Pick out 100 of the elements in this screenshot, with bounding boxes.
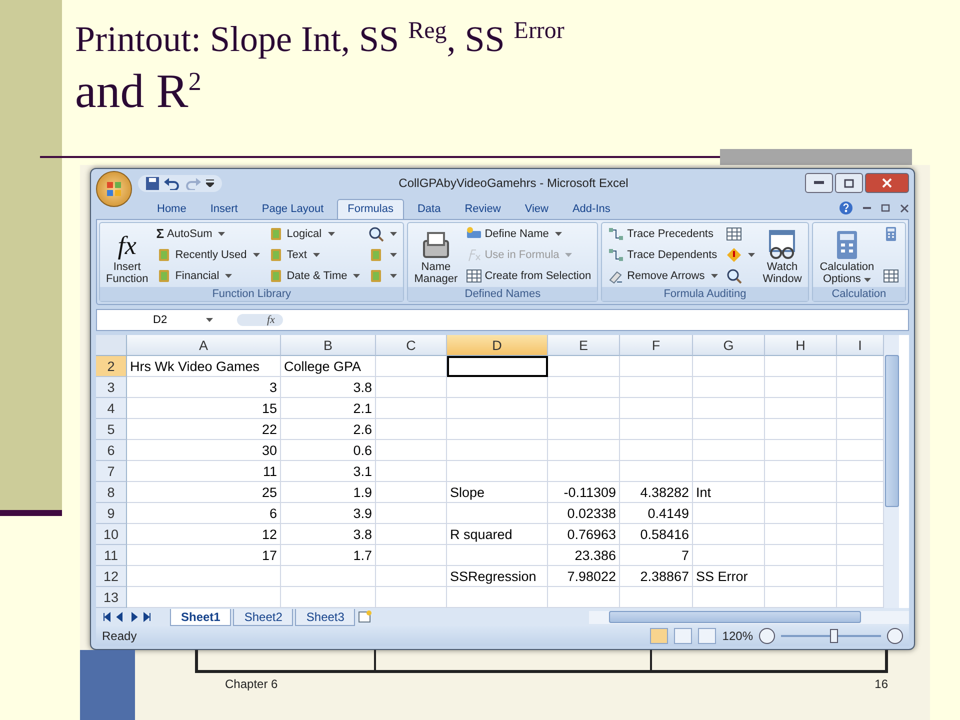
ribbon-tab[interactable]: Add-Ins	[561, 199, 622, 219]
column-header[interactable]: B	[281, 335, 376, 356]
status-text: Ready	[102, 629, 137, 643]
sheet-tab[interactable]: Sheet3	[295, 608, 356, 626]
caret-icon	[390, 274, 398, 278]
side-accent-bar	[0, 510, 62, 516]
column-header[interactable]: I	[837, 335, 884, 356]
ribbon-button[interactable]: Recently Used	[154, 246, 262, 264]
row-header[interactable]: 8	[96, 482, 127, 503]
customize-caret-icon[interactable]	[206, 179, 214, 187]
sheet-tab[interactable]: Sheet1	[170, 608, 232, 626]
column-header[interactable]: D	[447, 335, 548, 356]
row-header[interactable]: 2	[96, 356, 127, 377]
ribbon-button[interactable]: Define Name	[464, 225, 594, 243]
table-cell: 17	[127, 545, 281, 566]
ribbon-tab[interactable]: Home	[146, 199, 198, 219]
restore-icon[interactable]	[881, 204, 890, 212]
table-cell	[693, 356, 765, 377]
row-header[interactable]: 5	[96, 419, 127, 440]
table-cell: Hrs Wk Video Games	[127, 356, 281, 377]
row-header[interactable]: 12	[96, 566, 127, 587]
ribbon-large-button[interactable]: fx Insert Function	[104, 225, 150, 285]
ribbon-large-button[interactable]: Watch Window	[760, 225, 804, 285]
sheet-tab[interactable]: Sheet2	[233, 608, 294, 626]
row-header[interactable]: 9	[96, 503, 127, 524]
name-box[interactable]: D2	[97, 314, 237, 326]
scroll-thumb[interactable]	[609, 611, 861, 623]
vertical-scrollbar[interactable]	[884, 335, 899, 608]
table-cell: 0.76963	[548, 524, 620, 545]
restore-icon	[844, 178, 854, 188]
scroll-thumb[interactable]	[884, 355, 898, 507]
ribbon-button[interactable]: Remove Arrows	[606, 267, 720, 285]
minimize-icon[interactable]	[863, 206, 871, 210]
caret-icon	[206, 318, 214, 322]
caret-icon	[748, 253, 755, 257]
active-cell[interactable]	[447, 356, 548, 377]
ribbon-button[interactable]: Date & Time	[266, 267, 362, 285]
undo-icon[interactable]	[164, 176, 180, 190]
slide-edge	[80, 650, 135, 720]
arrows-icon	[608, 226, 624, 242]
insert-sheet-icon[interactable]	[357, 610, 374, 624]
ribbon-button[interactable]: Create from Selection	[464, 267, 594, 285]
ribbon-tab[interactable]: Review	[454, 199, 512, 219]
table-cell: 3.8	[281, 377, 376, 398]
ribbon-tab[interactable]: Data	[406, 199, 452, 219]
caret-icon	[864, 278, 871, 282]
table-cell	[376, 440, 447, 461]
row-header[interactable]: 10	[96, 524, 127, 545]
table-cell	[693, 398, 765, 419]
column-header[interactable]: G	[693, 335, 765, 356]
table-cell	[765, 524, 837, 545]
maximize-button[interactable]	[835, 173, 863, 193]
minimize-button[interactable]	[805, 173, 833, 193]
table-cell	[765, 503, 837, 524]
table-cell: 22	[127, 419, 281, 440]
ribbon-tab[interactable]: Page Layout	[250, 199, 335, 219]
zoom-out-button[interactable]	[759, 628, 775, 644]
row-header[interactable]: 11	[96, 545, 127, 566]
row-header[interactable]: 7	[96, 461, 127, 482]
caret-icon	[218, 232, 226, 236]
ribbon-tab[interactable]: View	[514, 199, 560, 219]
ribbon-button[interactable]: Logical	[266, 225, 362, 243]
ribbon-button[interactable]: Text	[266, 246, 362, 264]
close-icon[interactable]	[900, 204, 909, 212]
ribbon-tab[interactable]: Insert	[199, 199, 249, 219]
table-icon	[883, 268, 899, 284]
column-header[interactable]: C	[376, 335, 447, 356]
ribbon-button[interactable]: Trace Dependents	[606, 246, 720, 264]
table-cell	[376, 524, 447, 545]
table-cell: SS Error	[693, 566, 765, 587]
insert-function-button[interactable]: fx	[237, 314, 283, 326]
save-icon[interactable]	[146, 176, 159, 190]
caret-icon	[390, 232, 398, 236]
caret-icon	[565, 253, 572, 257]
ribbon-button[interactable]: Financial	[154, 267, 262, 285]
row-header[interactable]: 4	[96, 398, 127, 419]
ribbon-button[interactable]: Trace Precedents	[606, 225, 720, 243]
column-header[interactable]: F	[620, 335, 693, 356]
column-header[interactable]: E	[548, 335, 620, 356]
office-button[interactable]	[96, 171, 132, 207]
table-cell	[765, 419, 837, 440]
column-header[interactable]: A	[127, 335, 281, 356]
table-cell: Slope	[447, 482, 548, 503]
row-header[interactable]: 3	[96, 377, 127, 398]
row-header[interactable]: 13	[96, 587, 127, 608]
zoom-level: 120%	[722, 629, 753, 643]
column-header[interactable]: H	[765, 335, 837, 356]
table-cell	[765, 566, 837, 587]
ribbon-icon-button[interactable]	[881, 267, 901, 285]
ribbon-tab[interactable]: Formulas	[336, 199, 404, 219]
close-button[interactable]	[865, 173, 909, 193]
horizontal-scrollbar[interactable]	[589, 610, 909, 624]
zoom-in-button[interactable]	[887, 628, 903, 644]
ribbon-large-button[interactable]: Calculation Options	[816, 225, 877, 285]
row-header[interactable]: 6	[96, 440, 127, 461]
table-cell	[765, 461, 837, 482]
ribbon-large-button[interactable]: Name Manager	[412, 225, 460, 285]
slider-thumb[interactable]	[830, 629, 838, 643]
ribbon-button[interactable]: Σ AutoSum	[154, 225, 262, 242]
help-icon[interactable]	[839, 201, 853, 215]
